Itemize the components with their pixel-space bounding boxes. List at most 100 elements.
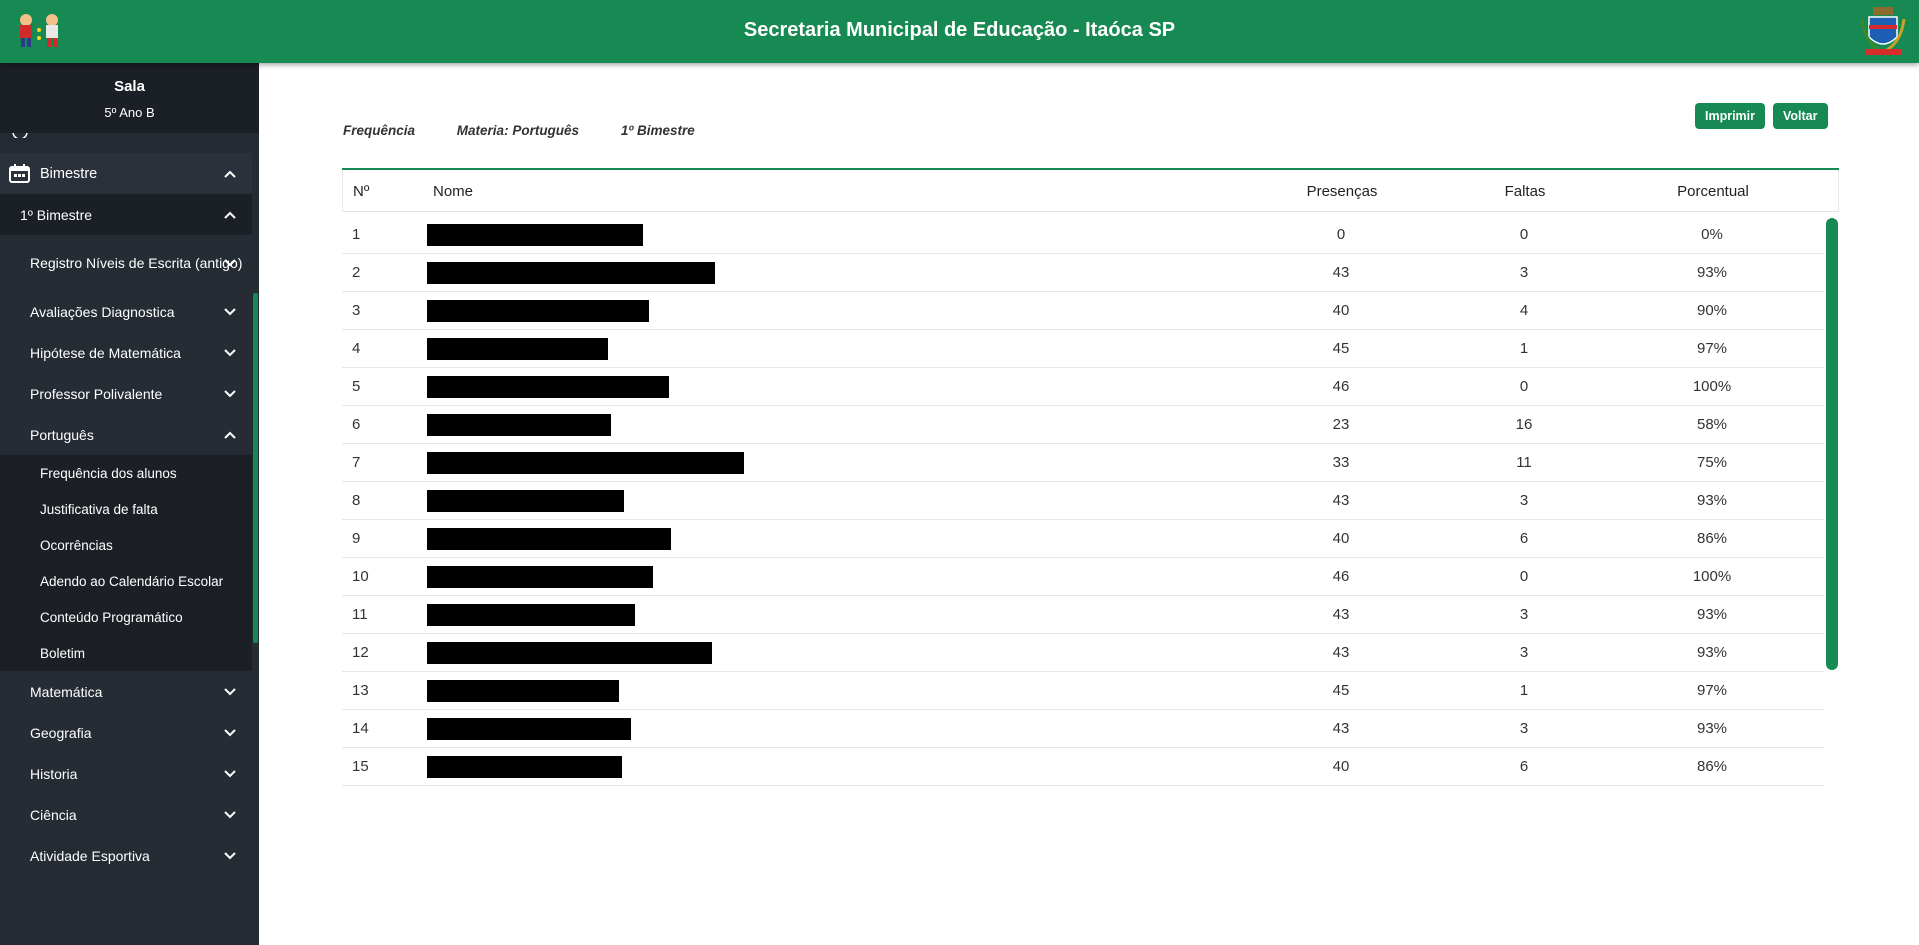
sidebar-item-boletim[interactable]: Boletim [0, 635, 252, 671]
table-row: 3 40 4 90% [342, 292, 1824, 330]
sidebar-item-label: Atividade Esportiva [30, 847, 150, 864]
row-num: 8 [352, 492, 361, 509]
sidebar-item-registro-niveis[interactable]: Registro Níveis de Escrita (antigo) [0, 235, 252, 291]
sidebar-item-justificativa[interactable]: Justificativa de falta [0, 491, 252, 527]
redacted-student-name [427, 528, 671, 550]
row-num: 14 [352, 720, 369, 737]
crumb-frequencia: Frequência [343, 123, 416, 138]
sidebar-item-adendo[interactable]: Adendo ao Calendário Escolar [0, 563, 252, 599]
row-porcentual: 93% [1696, 720, 1728, 737]
page-header-title: Secretaria Municipal de Educação - Itaóc… [743, 19, 1176, 41]
crumb-materia: Materia: Português [456, 123, 580, 138]
sidebar-item-ocorrencias[interactable]: Ocorrências [0, 527, 252, 563]
sidebar-item-bimestre[interactable]: Bimestre [0, 153, 252, 194]
redacted-student-name [427, 338, 608, 360]
chevron-down-icon [224, 687, 236, 695]
table-row: 14 43 3 93% [342, 710, 1824, 748]
sidebar-item-frequencia[interactable]: Frequência dos alunos [0, 455, 252, 491]
row-presencas: 40 [1332, 530, 1350, 547]
sidebar-item-matematica[interactable]: Matemática [0, 671, 252, 712]
row-num: 15 [352, 758, 369, 775]
sidebar-item-label: Historia [30, 765, 78, 782]
table-row: 5 46 0 100% [342, 368, 1824, 406]
row-presencas: 23 [1332, 416, 1350, 433]
redacted-student-name [427, 376, 669, 398]
row-porcentual: 100% [1692, 568, 1732, 585]
sidebar-item-conteudo[interactable]: Conteúdo Programático [0, 599, 252, 635]
row-num: 9 [352, 530, 361, 547]
sidebar-item-label: Português [30, 426, 94, 443]
row-presencas: 46 [1332, 378, 1350, 395]
header-num: Nº [353, 183, 370, 200]
sidebar-item-label: Registro Níveis de Escrita (antigo) [30, 255, 243, 271]
row-num: 11 [352, 606, 368, 623]
row-faltas: 3 [1519, 492, 1529, 509]
attendance-table: Nº Nome Presenças Faltas Porcentual 1000… [342, 168, 1839, 803]
print-button[interactable]: Imprimir [1695, 103, 1766, 129]
row-presencas: 43 [1332, 644, 1350, 661]
row-presencas: 33 [1332, 454, 1350, 471]
row-faltas: 16 [1515, 416, 1533, 433]
city-coat-of-arms-logo [1859, 5, 1907, 57]
main-content: Frequência Materia: Português 1º Bimestr… [259, 63, 1919, 945]
row-porcentual: 93% [1696, 606, 1728, 623]
row-faltas: 0 [1519, 378, 1529, 395]
breadcrumb: Frequência Materia: Português 1º Bimestr… [343, 123, 733, 138]
row-porcentual: 86% [1696, 758, 1728, 775]
sidebar-item-label: Justificativa de falta [40, 501, 158, 517]
table-row: 9 40 6 86% [342, 520, 1824, 558]
sidebar-item-professor[interactable]: Professor Polivalente [0, 373, 252, 414]
redacted-student-name [427, 224, 643, 246]
back-button[interactable]: Voltar [1773, 103, 1828, 129]
sidebar-item-1-bimestre[interactable]: 1º Bimestre [0, 194, 252, 235]
row-presencas: 43 [1332, 606, 1350, 623]
row-faltas: 0 [1519, 568, 1529, 585]
table-row: 13 45 1 97% [342, 672, 1824, 710]
redacted-student-name [427, 262, 715, 284]
sidebar-item-label: Avaliações Diagnostica [30, 303, 175, 320]
row-porcentual: 100% [1692, 378, 1732, 395]
row-porcentual: 93% [1696, 644, 1728, 661]
row-num: 1 [352, 226, 361, 243]
row-faltas: 6 [1519, 530, 1529, 547]
sidebar-item-label: Professor Polivalente [30, 385, 163, 402]
row-porcentual: 93% [1696, 492, 1728, 509]
chevron-up-icon [224, 170, 236, 178]
chevron-up-icon [224, 211, 236, 219]
chevron-down-icon [224, 810, 236, 818]
row-faltas: 1 [1519, 340, 1529, 357]
sala-title: Sala [114, 78, 145, 95]
sidebar-item-portugues[interactable]: Português [0, 414, 252, 455]
sidebar-menu: Bimestre 1º Bimestre Registro Níveis de … [0, 153, 252, 876]
sidebar-item-ciencia[interactable]: Ciência [0, 794, 252, 835]
row-presencas: 40 [1332, 302, 1350, 319]
row-presencas: 40 [1332, 758, 1350, 775]
row-porcentual: 90% [1696, 302, 1728, 319]
chevron-up-icon [224, 431, 236, 439]
sidebar: Sala 5º Ano B Bimestre 1º Bimestre Regis… [0, 63, 259, 945]
row-porcentual: 86% [1696, 530, 1728, 547]
sidebar-item-label: Adendo ao Calendário Escolar [40, 573, 224, 589]
row-presencas: 46 [1332, 568, 1350, 585]
header-faltas: Faltas [1504, 183, 1546, 200]
row-num: 6 [352, 416, 361, 433]
sidebar-scrollbar[interactable] [253, 293, 258, 643]
sidebar-item-geografia[interactable]: Geografia [0, 712, 252, 753]
sidebar-item-label: Ciência [30, 806, 77, 823]
row-presencas: 43 [1332, 492, 1350, 509]
table-row: 6 23 16 58% [342, 406, 1824, 444]
row-faltas: 4 [1519, 302, 1529, 319]
row-num: 5 [352, 378, 361, 395]
table-scrollbar[interactable] [1826, 218, 1838, 670]
sidebar-item-label: Frequência dos alunos [40, 465, 177, 481]
row-faltas: 0 [1519, 226, 1529, 243]
sidebar-item-avaliacoes[interactable]: Avaliações Diagnostica [0, 291, 252, 332]
sidebar-item-label: Geografia [30, 724, 92, 741]
sidebar-item-hipotese[interactable]: Hipótese de Matemática [0, 332, 252, 373]
redacted-student-name [427, 680, 619, 702]
table-row: 4 45 1 97% [342, 330, 1824, 368]
sidebar-item-historia[interactable]: Historia [0, 753, 252, 794]
redacted-student-name [427, 452, 744, 474]
sidebar-item-atividade-esportiva[interactable]: Atividade Esportiva [0, 835, 252, 876]
row-faltas: 3 [1519, 606, 1529, 623]
